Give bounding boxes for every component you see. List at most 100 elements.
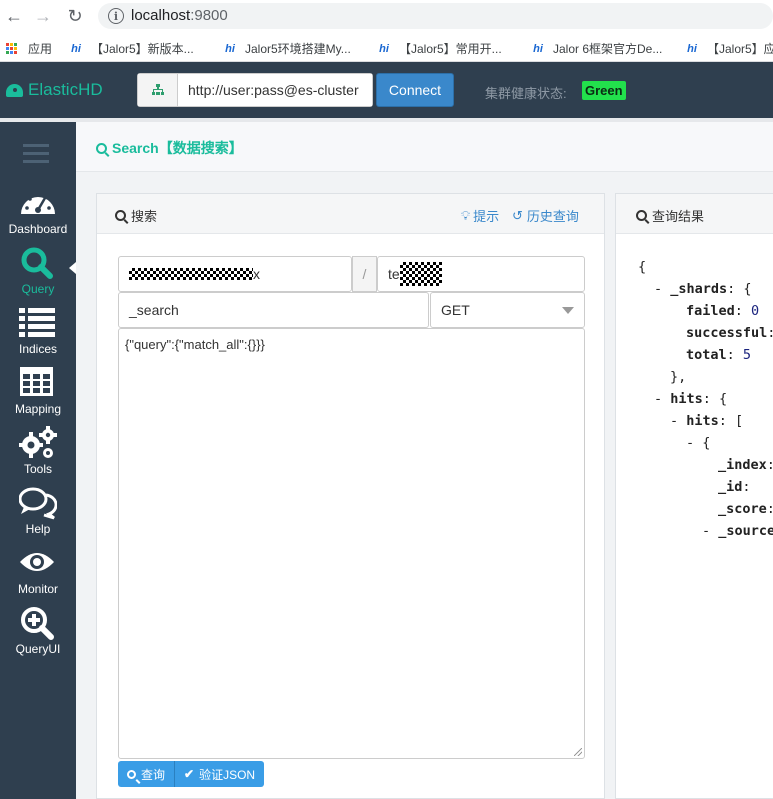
search-panel-title-text: 搜索 xyxy=(131,209,158,224)
json-line: - hits: [ xyxy=(638,410,773,432)
active-indicator xyxy=(69,262,76,274)
search-icon xyxy=(96,142,107,154)
resize-handle[interactable] xyxy=(574,748,582,756)
sidebar-item-tools[interactable]: Tools xyxy=(0,424,76,480)
browser-toolbar: ← → ↻ i localhost:9800 xyxy=(0,0,773,32)
sidebar: Dashboard Query Indices Mapping Tools He… xyxy=(0,122,76,799)
sidebar-item-queryui[interactable]: QueryUI xyxy=(0,604,76,660)
url-port: :9800 xyxy=(190,7,228,24)
json-line: - hits: { xyxy=(638,388,773,410)
sidebar-item-label: QueryUI xyxy=(15,642,61,656)
info-icon[interactable]: i xyxy=(108,8,124,24)
json-rest: : { xyxy=(702,391,728,407)
menu-toggle-icon[interactable] xyxy=(23,144,49,166)
zoom-in-icon xyxy=(21,607,54,640)
json-text: }, xyxy=(670,369,687,385)
logo-text: ElasticHD xyxy=(28,80,103,99)
bookmark-label: 应用 xyxy=(28,42,53,56)
bookmark-label: Jalor 6框架官方De... xyxy=(553,42,663,56)
json-line: }, xyxy=(638,366,773,388)
es-url-input[interactable] xyxy=(178,74,372,106)
json-key: _score xyxy=(718,501,767,517)
query-button-label: 查询 xyxy=(141,767,166,782)
json-rest: : { xyxy=(727,281,752,297)
main-content: Search【数据搜索】 搜索 💡︎ 提示 ↺ 历史查询 x / te _sea… xyxy=(76,122,773,799)
bookmark-apps[interactable]: 应用 xyxy=(6,40,52,57)
sidebar-item-dashboard[interactable]: Dashboard xyxy=(0,184,76,240)
sidebar-item-mapping[interactable]: Mapping xyxy=(0,364,76,420)
json-line: { xyxy=(638,256,773,278)
forward-icon[interactable]: → xyxy=(31,4,55,28)
hi-favicon-icon: hi xyxy=(71,42,81,55)
connect-button[interactable]: Connect xyxy=(376,73,454,107)
index-input[interactable]: x xyxy=(118,256,352,292)
redacted-mask xyxy=(129,268,253,280)
sidebar-item-help[interactable]: Help xyxy=(0,484,76,540)
json-rest: : xyxy=(767,325,773,341)
validate-json-button[interactable]: ✔ 验证JSON xyxy=(174,761,265,787)
history-link-label: 历史查询 xyxy=(526,209,579,224)
validate-json-button-label: 验证JSON xyxy=(199,767,256,782)
json-key: _source xyxy=(718,523,773,539)
address-text[interactable]: localhost:9800 xyxy=(131,7,228,24)
json-line: _index: xyxy=(638,454,773,476)
result-panel-title: 查询结果 xyxy=(636,206,704,225)
bookmark-item[interactable]: hi 【Jalor5】常用开... xyxy=(376,40,502,57)
json-text: - xyxy=(654,281,671,297)
bookmarks-bar: 应用 hi 【Jalor5】新版本... hi Jalor5环境搭建My... … xyxy=(0,32,773,62)
sidebar-item-label: Monitor xyxy=(17,582,58,596)
check-icon: ✔ xyxy=(184,767,195,781)
hi-favicon-icon: hi xyxy=(687,42,697,55)
redacted-mask xyxy=(399,262,442,286)
method-select[interactable]: GET xyxy=(430,292,585,328)
history-link[interactable]: ↺ 历史查询 xyxy=(512,206,579,225)
dashboard-logo-icon xyxy=(6,83,23,97)
health-label: 集群健康状态: xyxy=(485,86,567,101)
bookmark-label: 【Jalor5】常用开... xyxy=(399,42,502,56)
bookmark-item[interactable]: hi 【Jalor5】新版本... xyxy=(68,40,194,57)
bookmark-label: 【Jalor5】新版本... xyxy=(91,42,194,56)
result-panel-header: 查询结果 xyxy=(616,194,773,234)
json-line: successful: 5 xyxy=(638,322,773,344)
json-result-viewer[interactable]: {- _shards: {failed: 0successful: 5total… xyxy=(638,256,773,542)
sitemap-icon xyxy=(138,74,178,106)
query-button[interactable]: 查询 xyxy=(118,761,175,787)
health-status-badge: Green xyxy=(582,81,626,100)
search-icon xyxy=(127,769,136,779)
json-key: _index xyxy=(718,457,767,473)
path-separator: / xyxy=(352,256,377,292)
app-header: ElasticHD Connect 集群健康状态: Green xyxy=(0,62,773,118)
json-key: successful xyxy=(686,325,768,341)
json-line: - { xyxy=(638,432,773,454)
address-bar[interactable]: i localhost:9800 xyxy=(98,3,773,29)
bookmark-item[interactable]: hi 【Jalor5】应 xyxy=(684,40,773,57)
endpoint-input[interactable]: _search xyxy=(118,292,429,328)
hint-link[interactable]: 💡︎ 提示 xyxy=(461,206,499,225)
sidebar-item-monitor[interactable]: Monitor xyxy=(0,544,76,600)
back-icon[interactable]: ← xyxy=(2,4,26,28)
reload-icon[interactable]: ↻ xyxy=(63,4,87,28)
page-title: Search【数据搜索】 xyxy=(96,138,243,158)
bookmark-item[interactable]: hi Jalor 6框架官方De... xyxy=(530,40,662,57)
hi-favicon-icon: hi xyxy=(533,42,543,55)
hi-favicon-icon: hi xyxy=(225,42,235,55)
search-panel-title: 搜索 xyxy=(115,206,157,225)
sidebar-item-label: Indices xyxy=(18,342,58,356)
sidebar-item-query[interactable]: Query xyxy=(0,244,76,300)
hint-link-label: 提示 xyxy=(473,209,500,224)
json-text: - xyxy=(654,391,671,407)
json-key: _id xyxy=(718,479,743,495)
list-icon xyxy=(19,308,55,337)
json-line: - _source: { xyxy=(638,520,773,542)
page-title-text: Search【数据搜索】 xyxy=(112,140,243,156)
json-rest: : xyxy=(767,501,773,517)
query-body-editor[interactable]: {"query":{"match_all":{}}} xyxy=(118,328,585,759)
es-url-group xyxy=(137,73,373,107)
apps-grid-icon xyxy=(6,42,18,55)
type-input[interactable]: te xyxy=(377,256,585,292)
bookmark-item[interactable]: hi Jalor5环境搭建My... xyxy=(222,40,351,57)
app-logo[interactable]: ElasticHD xyxy=(6,80,103,100)
method-select-value: GET xyxy=(441,302,470,318)
sidebar-item-indices[interactable]: Indices xyxy=(0,304,76,360)
page-title-bar: Search【数据搜索】 xyxy=(76,122,773,172)
